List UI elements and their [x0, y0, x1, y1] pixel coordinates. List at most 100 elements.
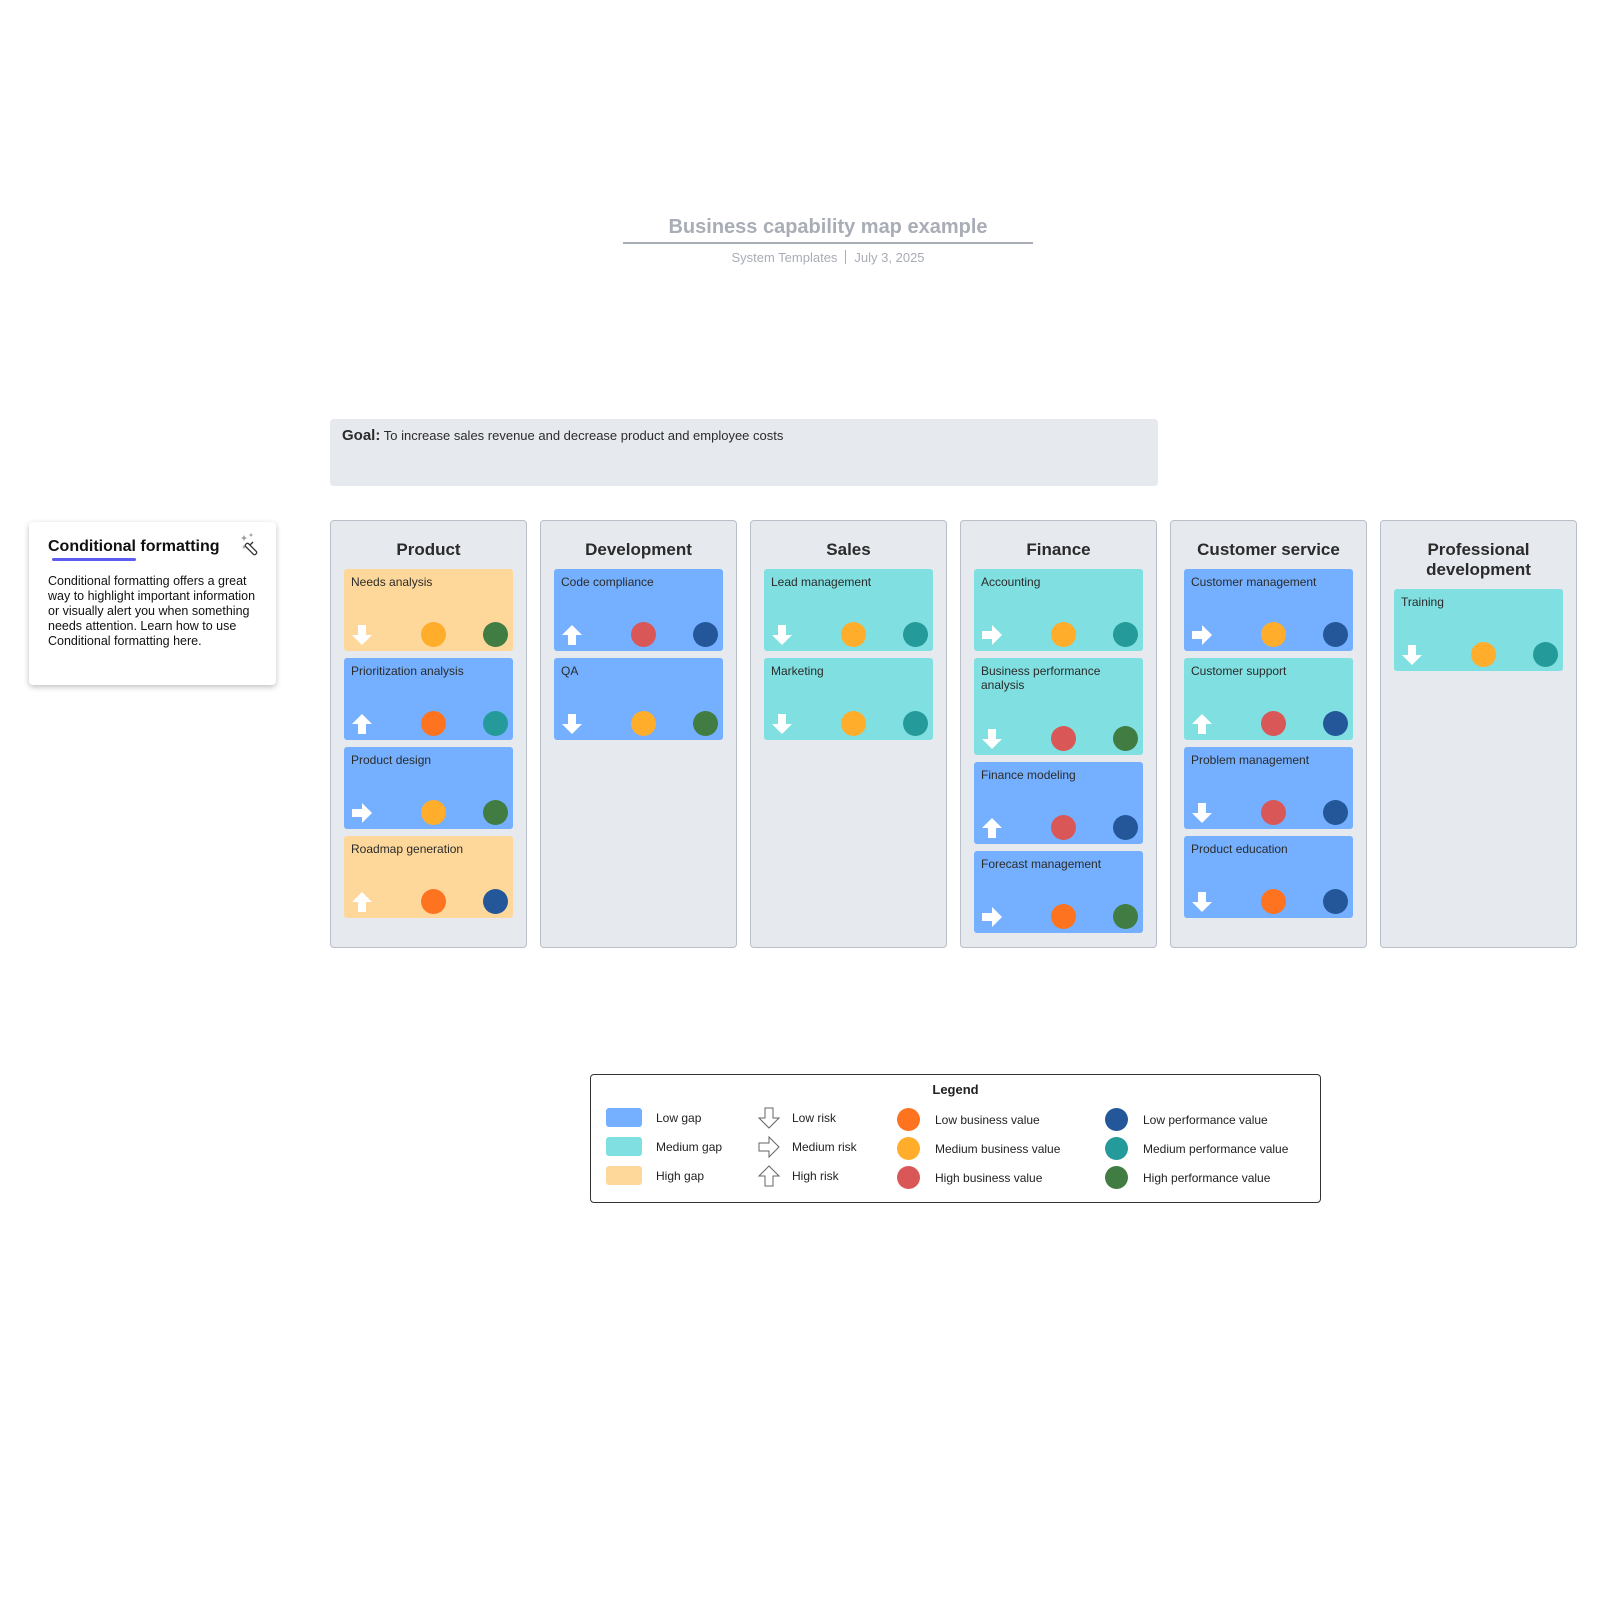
capability-name: Customer management — [1191, 575, 1317, 589]
capability-name: Forecast management — [981, 857, 1102, 871]
capability-name: Training — [1401, 595, 1444, 609]
capability-card[interactable]: Training — [1394, 589, 1563, 671]
capability-name: Roadmap generation — [351, 842, 464, 856]
magic-wand-icon[interactable] — [240, 532, 264, 556]
legend: Legend Low gap Medium gap High gap Low risk… — [590, 1074, 1321, 1203]
business-value-dot — [1051, 904, 1076, 929]
business-value-dot — [841, 622, 866, 647]
business-value-dot — [841, 711, 866, 736]
goal-text: To increase sales revenue and decrease p… — [383, 428, 784, 443]
arrow-up-icon — [757, 1165, 781, 1187]
performance-value-dot — [1533, 642, 1558, 667]
column-finance[interactable]: Finance Accounting Business performance an… — [960, 520, 1157, 948]
arrow-right-icon — [352, 803, 372, 823]
legend-item: Medium gap — [606, 1137, 722, 1156]
performance-value-dot — [1323, 711, 1348, 736]
performance-value-dot — [1113, 622, 1138, 647]
arrow-up-icon — [562, 625, 582, 645]
capability-card[interactable]: Lead management — [764, 569, 933, 651]
capability-card[interactable]: Needs analysis — [344, 569, 513, 651]
capability-card[interactable]: QA — [554, 658, 723, 740]
capability-name: Needs analysis — [351, 575, 433, 589]
column-title: Finance — [1026, 540, 1091, 559]
column-title: Product — [396, 540, 461, 559]
arrow-down-icon — [562, 714, 582, 734]
conditional-formatting-card[interactable]: Conditional formatting Conditional forma… — [29, 522, 276, 685]
arrow-down-icon — [772, 625, 792, 645]
medium-gap-swatch — [606, 1137, 642, 1156]
capability-card[interactable]: Problem management — [1184, 747, 1353, 829]
performance-value-dot — [483, 711, 508, 736]
column-title: Development — [585, 540, 692, 559]
legend-item: Medium performance value — [1105, 1137, 1288, 1160]
indicator-row — [980, 621, 1138, 647]
capability-card[interactable]: Product design — [344, 747, 513, 829]
indicator-row — [1190, 888, 1348, 914]
capability-card[interactable]: Customer management — [1184, 569, 1353, 651]
legend-item: High business value — [897, 1166, 1042, 1189]
column-product[interactable]: Product Needs analysis Prioritization anal… — [330, 520, 527, 948]
business-value-dot — [1051, 726, 1076, 751]
capability-card[interactable]: Marketing — [764, 658, 933, 740]
column-title: Sales — [826, 540, 871, 559]
arrow-up-icon — [352, 714, 372, 734]
document-title[interactable]: Business capability map example — [623, 216, 1033, 244]
performance-value-dot — [483, 800, 508, 825]
capability-card[interactable]: Finance modeling — [974, 762, 1143, 844]
capability-name: Product design — [351, 753, 432, 767]
arrow-down-icon — [757, 1107, 781, 1129]
performance-value-dot — [1323, 800, 1348, 825]
business-value-dot — [421, 711, 446, 736]
business-value-dot — [1261, 889, 1286, 914]
arrow-down-icon — [1402, 645, 1422, 665]
legend-label: Low performance value — [1143, 1112, 1268, 1127]
indicator-row — [350, 621, 508, 647]
indicator-row — [1190, 621, 1348, 647]
indicator-row — [350, 799, 508, 825]
capability-list: Code compliance QA — [554, 569, 723, 747]
business-value-dot — [1051, 622, 1076, 647]
legend-label: High gap — [656, 1168, 705, 1183]
arrow-up-icon — [352, 892, 372, 912]
capability-card[interactable]: Roadmap generation — [344, 836, 513, 918]
legend-item: High performance value — [1105, 1166, 1270, 1189]
capability-card[interactable]: Accounting — [974, 569, 1143, 651]
arrow-right-icon — [1192, 625, 1212, 645]
column-customer-service[interactable]: Customer service Customer management Custo… — [1170, 520, 1367, 948]
legend-label: Medium gap — [656, 1139, 723, 1154]
arrow-down-icon — [352, 625, 372, 645]
indicator-row — [1190, 710, 1348, 736]
business-value-dot — [1261, 800, 1286, 825]
high-performance-value-dot — [1105, 1166, 1128, 1189]
document-date: July 3, 2025 — [854, 250, 925, 265]
legend-item: High risk — [757, 1164, 839, 1188]
conditional-formatting-title: Conditional formatting — [48, 538, 220, 555]
performance-value-dot — [693, 711, 718, 736]
capability-card[interactable]: Code compliance — [554, 569, 723, 651]
column-development[interactable]: Development Code compliance QA — [540, 520, 737, 948]
meta-separator — [845, 250, 847, 264]
legend-item: Low performance value — [1105, 1108, 1268, 1131]
medium-business-value-dot — [897, 1137, 920, 1160]
low-business-value-dot — [897, 1108, 920, 1131]
column-professional-development[interactable]: Professional development Training — [1380, 520, 1577, 948]
goal-box[interactable]: Goal: To increase sales revenue and decr… — [330, 419, 1158, 486]
column-title: Professional development — [1426, 540, 1531, 579]
performance-value-dot — [1323, 622, 1348, 647]
capability-card[interactable]: Prioritization analysis — [344, 658, 513, 740]
business-value-dot — [631, 711, 656, 736]
business-value-dot — [421, 800, 446, 825]
capability-card[interactable]: Product education — [1184, 836, 1353, 918]
capability-card[interactable]: Business performance analysis — [974, 658, 1143, 755]
arrow-down-icon — [772, 714, 792, 734]
capability-card[interactable]: Forecast management — [974, 851, 1143, 933]
legend-label: Low risk — [792, 1111, 837, 1125]
performance-value-dot — [483, 889, 508, 914]
indicator-row — [980, 725, 1138, 751]
capability-card[interactable]: Customer support — [1184, 658, 1353, 740]
column-sales[interactable]: Sales Lead management Marketing — [750, 520, 947, 948]
high-business-value-dot — [897, 1166, 920, 1189]
capability-name: Business performance analysis — [981, 664, 1101, 692]
performance-value-dot — [1323, 889, 1348, 914]
legend-item: Medium business value — [897, 1137, 1060, 1160]
